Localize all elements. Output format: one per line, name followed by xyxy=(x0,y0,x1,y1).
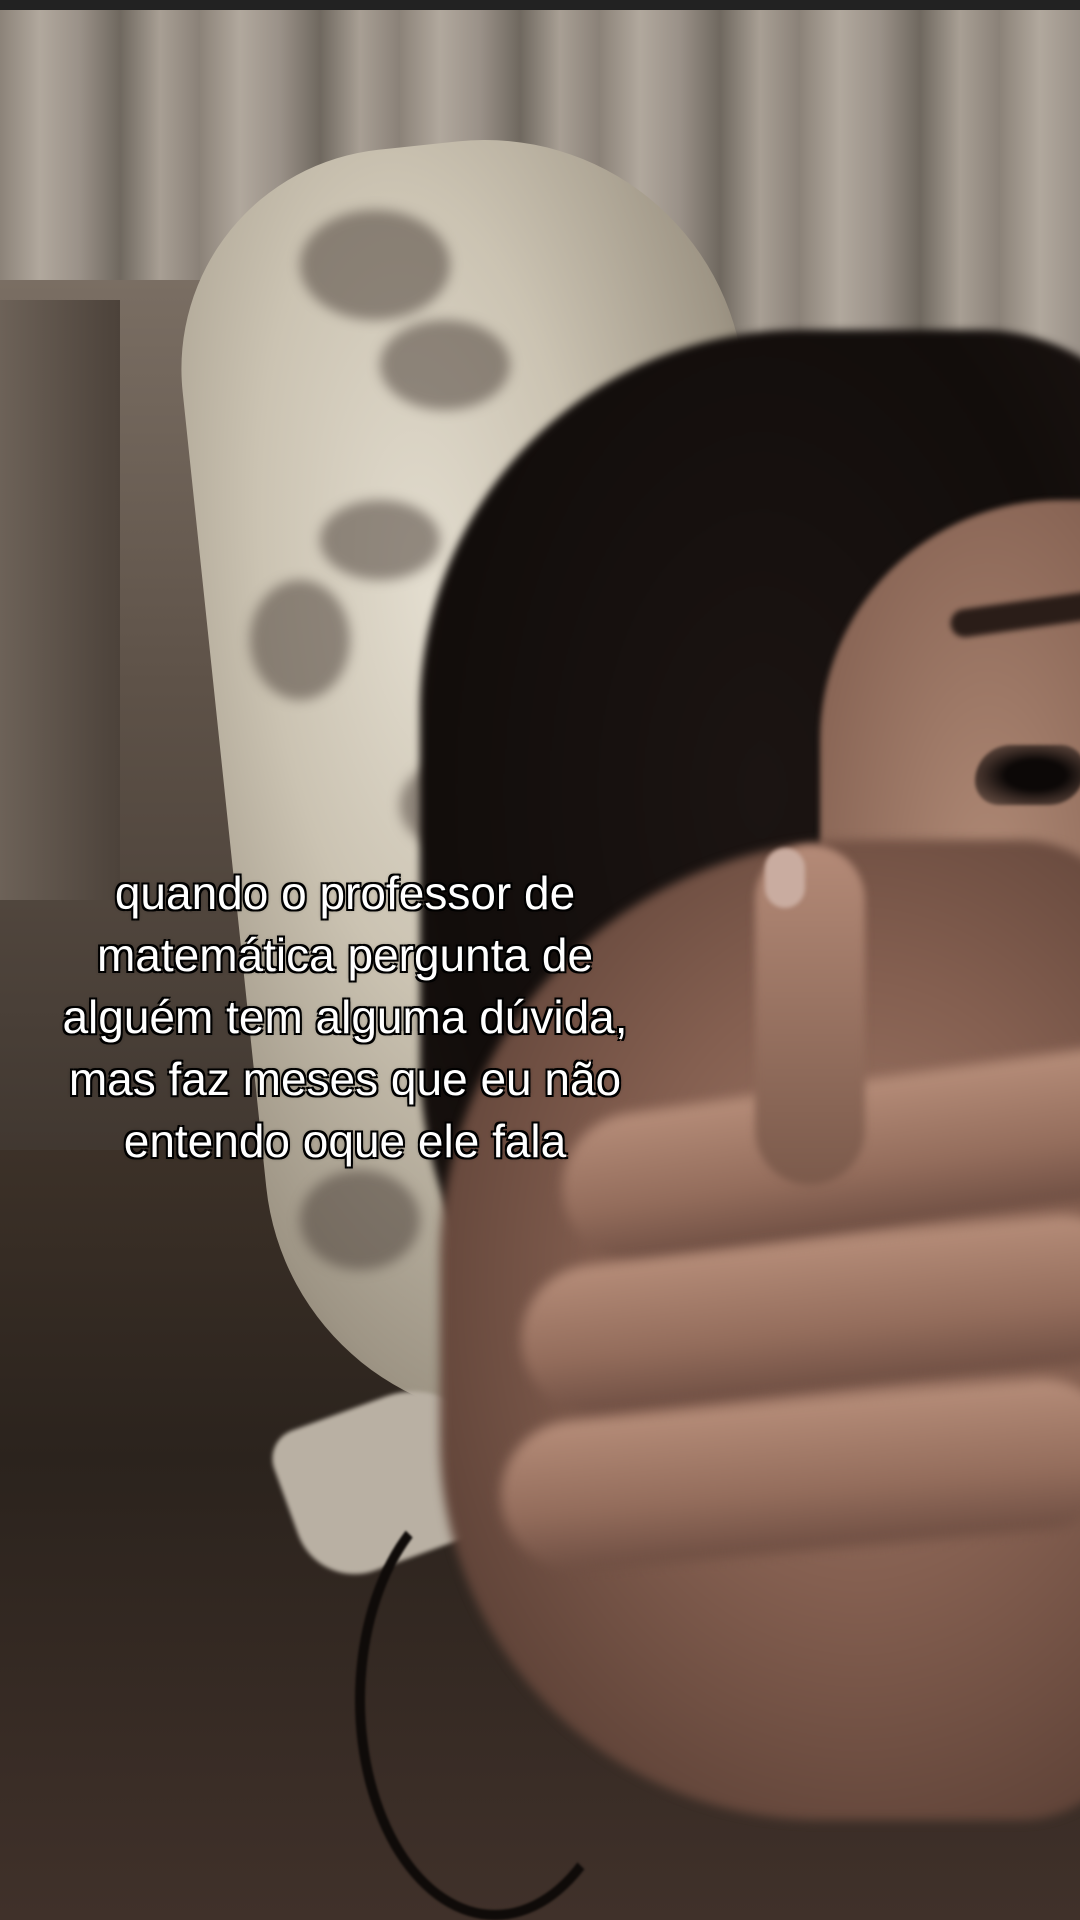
wrist-bracelet xyxy=(355,1480,635,1920)
thumb-nail xyxy=(765,848,805,908)
caption-line: alguém tem alguma dúvida, xyxy=(62,991,628,1043)
eye xyxy=(975,745,1080,805)
photo-frame: quando o professor de matemática pergunt… xyxy=(0,0,1080,1920)
caption-line: mas faz meses que eu não xyxy=(68,1053,622,1105)
pillow-flower-pattern xyxy=(300,210,450,320)
caption-line: entendo oque ele fala xyxy=(123,1115,567,1167)
caption-line: matemática pergunta de xyxy=(96,929,594,981)
top-strip xyxy=(0,0,1080,10)
pillow-flower-pattern xyxy=(300,1170,420,1270)
sofa-arm xyxy=(0,300,120,900)
pillow-flower-pattern xyxy=(250,580,350,700)
caption-text: quando o professor de matemática pergunt… xyxy=(10,862,680,1172)
pillow-flower-pattern xyxy=(320,500,440,580)
caption-line: quando o professor de xyxy=(114,867,576,919)
pillow-flower-pattern xyxy=(380,320,510,410)
